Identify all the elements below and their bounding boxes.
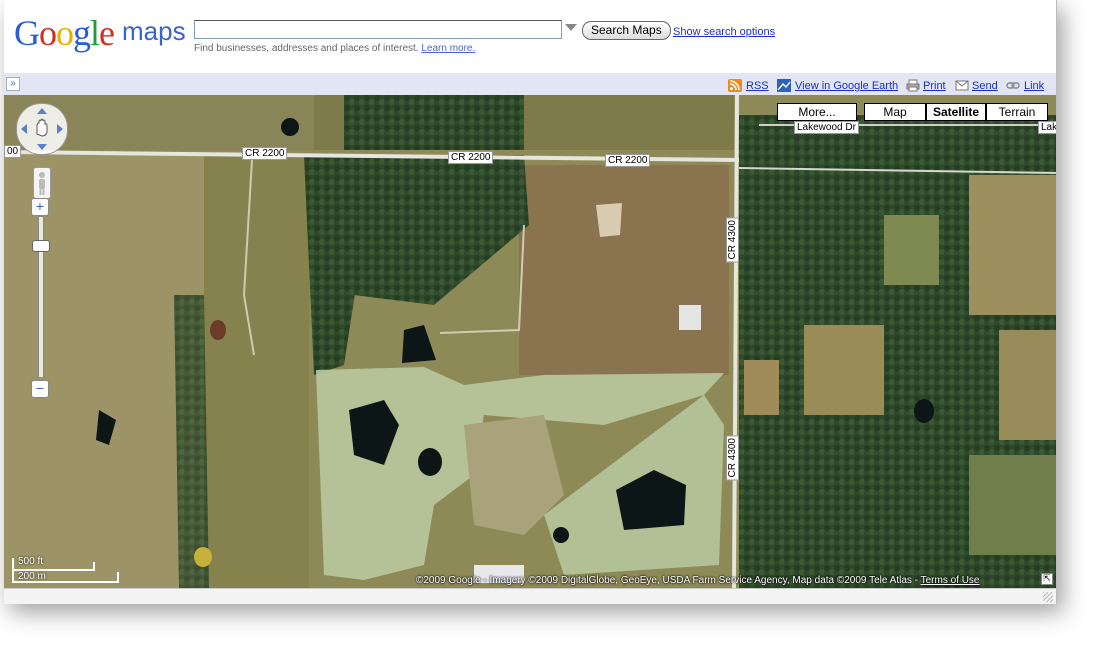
resize-grip-icon[interactable] bbox=[1043, 592, 1053, 602]
scale-bar: 500 ft 200 m bbox=[12, 556, 120, 584]
logo-letter: o bbox=[56, 13, 74, 53]
logo-word: Google bbox=[14, 13, 115, 53]
map-copyright: ©2009 Google - Imagery ©2009 DigitalGlob… bbox=[416, 575, 980, 586]
street-view-pegman-icon[interactable] bbox=[33, 167, 51, 199]
zoom-out-button[interactable]: − bbox=[31, 380, 49, 398]
search-history-dropdown-icon[interactable] bbox=[565, 24, 577, 31]
satellite-imagery bbox=[4, 95, 1056, 588]
window-status-bar bbox=[4, 588, 1056, 604]
scale-metric: 200 m bbox=[18, 571, 46, 582]
browser-window: Google maps Search Maps Show search opti… bbox=[4, 0, 1057, 604]
logo-letter: e bbox=[99, 13, 115, 53]
logo-letter: G bbox=[14, 13, 40, 53]
search-hint: Find businesses, addresses and places of… bbox=[194, 43, 475, 54]
map-type-satellite-button[interactable]: Satellite bbox=[926, 103, 986, 121]
road-label: CR 4300 bbox=[726, 217, 739, 263]
road-label: Lakewood Dr bbox=[794, 121, 859, 134]
road-label: Lak bbox=[1038, 121, 1056, 134]
earth-icon bbox=[777, 79, 791, 92]
google-maps-logo[interactable]: Google bbox=[14, 12, 115, 54]
overview-map-toggle-icon[interactable]: ⇱ bbox=[1041, 573, 1053, 585]
map-type-map-button[interactable]: Map bbox=[864, 103, 926, 121]
rss-icon bbox=[728, 79, 742, 92]
road-label: CR 4300 bbox=[726, 435, 739, 481]
road-label: CR 2200 bbox=[448, 151, 494, 164]
envelope-icon bbox=[955, 80, 969, 91]
print-link[interactable]: Print bbox=[923, 80, 946, 92]
learn-more-link[interactable]: Learn more. bbox=[421, 43, 475, 54]
logo-maps-text: maps bbox=[122, 16, 186, 46]
map-type-more-button[interactable]: More... bbox=[777, 103, 857, 121]
logo-letter: g bbox=[73, 13, 91, 53]
logo-letter: o bbox=[39, 13, 57, 53]
terms-of-use-link[interactable]: Terms of Use bbox=[921, 575, 980, 586]
satellite-map[interactable]: 00 CR 2200 CR 2200 CR 2200 CR 4300 CR 43… bbox=[4, 95, 1056, 588]
link-link[interactable]: Link bbox=[1024, 80, 1044, 92]
search-hint-text: Find businesses, addresses and places of… bbox=[194, 43, 419, 54]
zoom-slider-thumb[interactable] bbox=[32, 240, 50, 252]
expand-sidebar-icon[interactable]: » bbox=[6, 77, 20, 91]
pan-control[interactable] bbox=[16, 103, 68, 155]
chain-link-icon bbox=[1006, 82, 1020, 89]
pegman-icon bbox=[39, 172, 45, 195]
send-link[interactable]: Send bbox=[972, 80, 998, 92]
logo-letter: l bbox=[90, 13, 100, 53]
view-in-google-earth-link[interactable]: View in Google Earth bbox=[795, 80, 898, 92]
copyright-text: ©2009 Google - Imagery ©2009 DigitalGlob… bbox=[416, 575, 921, 586]
show-search-options-link[interactable]: Show search options bbox=[673, 26, 775, 38]
printer-icon bbox=[906, 79, 920, 92]
pan-arrows-icon[interactable] bbox=[17, 104, 67, 154]
scale-imperial: 500 ft bbox=[18, 556, 44, 567]
road-label: CR 2200 bbox=[242, 147, 288, 160]
search-maps-button[interactable]: Search Maps bbox=[582, 21, 671, 40]
zoom-in-button[interactable]: + bbox=[31, 198, 49, 216]
map-type-terrain-button[interactable]: Terrain bbox=[986, 103, 1048, 121]
search-input[interactable] bbox=[194, 20, 562, 39]
road-label: CR 2200 bbox=[605, 154, 651, 167]
rss-link[interactable]: RSS bbox=[746, 80, 769, 92]
map-toolbar: » RSS View in Google Earth Print Send Li… bbox=[4, 73, 1056, 95]
